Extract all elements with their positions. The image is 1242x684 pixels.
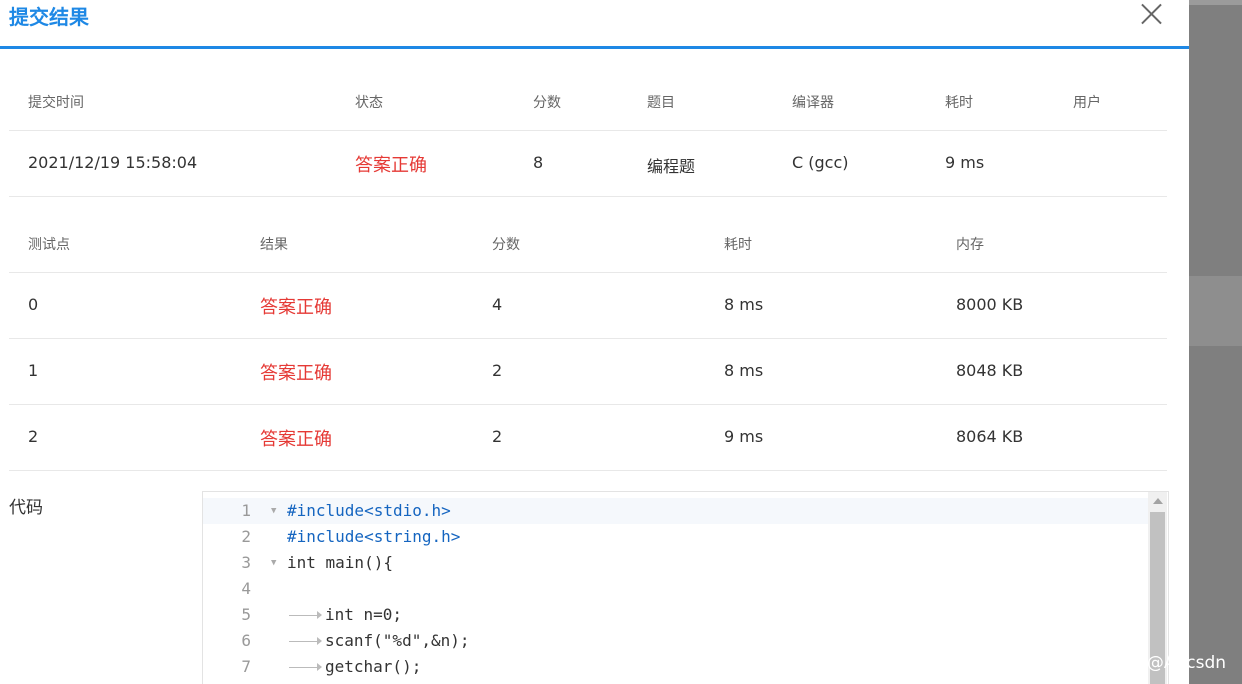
summary-row: 2021/12/19 15:58:04 答案正确 8 编程题 C (gcc) 9… xyxy=(9,131,1167,197)
table-row: 1 答案正确 2 8 ms 8048 KB xyxy=(9,339,1167,405)
summary-header-row: 提交时间 状态 分数 题目 编译器 耗时 用户 xyxy=(9,72,1167,131)
test-memory: 8048 KB xyxy=(956,361,1024,380)
col-status: 状态 xyxy=(355,95,383,111)
code-line[interactable]: 6 scanf("%d",&n); xyxy=(203,628,1148,654)
table-row: 0 答案正确 4 8 ms 8000 KB xyxy=(9,273,1167,339)
col-result: 结果 xyxy=(260,237,288,253)
test-point: 2 xyxy=(28,427,39,446)
problem-type: 编程题 xyxy=(647,157,696,176)
col-problem: 题目 xyxy=(647,95,675,111)
table-row: 2 答案正确 2 9 ms 8064 KB xyxy=(9,405,1167,471)
code-label: 代码 xyxy=(9,498,43,518)
line-number: 7 xyxy=(241,657,251,676)
test-point: 0 xyxy=(28,295,39,314)
test-memory: 8000 KB xyxy=(956,295,1024,314)
test-time: 9 ms xyxy=(724,427,764,446)
code-text: #include<stdio.h> xyxy=(287,498,451,524)
tab-indent-icon xyxy=(287,628,325,654)
code-text: getchar(); xyxy=(287,654,421,680)
fold-arrow-icon[interactable]: ▼ xyxy=(271,550,276,576)
line-number: 3 xyxy=(241,553,251,572)
dialog-title: 提交结果 xyxy=(9,5,89,29)
line-number: 5 xyxy=(241,605,251,624)
col-memory: 内存 xyxy=(956,237,984,253)
backdrop-strip-top xyxy=(1189,0,1242,5)
col-submit-time: 提交时间 xyxy=(28,95,84,111)
code-text-content: #include<stdio.h> xyxy=(287,501,451,520)
submission-result-dialog: 提交结果 提交时间 状态 分数 题目 编译器 耗时 用户 2021/12/19 … xyxy=(0,0,1189,684)
code-text-content: #include<string.h> xyxy=(287,527,461,546)
code-line[interactable]: 3 ▼ int main(){ xyxy=(203,550,1148,576)
code-text: scanf("%d",&n); xyxy=(287,628,470,654)
code-line[interactable]: 5 int n=0; xyxy=(203,602,1148,628)
line-number: 1 xyxy=(241,501,251,520)
code-text-content: scanf("%d",&n); xyxy=(325,631,470,650)
watermark: CSDN @Agcsdn xyxy=(1093,653,1227,673)
test-time: 8 ms xyxy=(724,295,764,314)
status-badge: 答案正确 xyxy=(355,155,427,176)
line-number: 2 xyxy=(241,527,251,546)
line-number: 6 xyxy=(241,631,251,650)
close-icon[interactable] xyxy=(1140,2,1164,26)
col-test-score: 分数 xyxy=(492,237,520,253)
dialog-header: 提交结果 xyxy=(0,0,1189,49)
code-line[interactable]: 1 ▼ #include<stdio.h> xyxy=(203,498,1148,524)
col-score: 分数 xyxy=(533,95,561,111)
test-point: 1 xyxy=(28,361,39,380)
code-text: int main(){ xyxy=(287,553,393,572)
test-score: 2 xyxy=(492,427,503,446)
col-test-time: 耗时 xyxy=(724,237,752,253)
test-score: 2 xyxy=(492,361,503,380)
tests-header-row: 测试点 结果 分数 耗时 内存 xyxy=(9,214,1167,273)
submit-time: 2021/12/19 15:58:04 xyxy=(28,153,198,172)
test-score: 4 xyxy=(492,295,503,314)
test-result: 答案正确 xyxy=(260,363,332,384)
total-score: 8 xyxy=(533,153,544,172)
fold-arrow-icon[interactable]: ▼ xyxy=(271,498,276,524)
backdrop-strip-mid xyxy=(1189,276,1242,346)
code-line[interactable]: 7 getchar(); xyxy=(203,654,1148,680)
tab-indent-icon xyxy=(287,654,325,680)
code-line[interactable]: 2 #include<string.h> xyxy=(203,524,1148,550)
code-text-content: getchar(); xyxy=(325,657,422,676)
test-memory: 8064 KB xyxy=(956,427,1024,446)
col-test-point: 测试点 xyxy=(28,237,70,253)
col-user: 用户 xyxy=(1073,95,1101,111)
test-result: 答案正确 xyxy=(260,429,332,450)
code-line[interactable]: 4 xyxy=(203,576,1148,602)
test-time: 8 ms xyxy=(724,361,764,380)
code-editor[interactable]: 1 ▼ #include<stdio.h> 2 #include<string.… xyxy=(202,491,1169,684)
elapsed-time: 9 ms xyxy=(945,153,985,172)
scroll-up-arrow-icon[interactable] xyxy=(1153,498,1163,504)
compiler: C (gcc) xyxy=(792,153,849,172)
code-text: #include<string.h> xyxy=(287,524,460,550)
test-result: 答案正确 xyxy=(260,297,332,318)
col-compiler: 编译器 xyxy=(792,95,834,111)
col-time: 耗时 xyxy=(945,95,973,111)
line-number: 4 xyxy=(241,579,251,598)
code-text: int n=0; xyxy=(287,602,402,628)
tab-indent-icon xyxy=(287,602,325,628)
code-text-content: int n=0; xyxy=(325,605,403,624)
